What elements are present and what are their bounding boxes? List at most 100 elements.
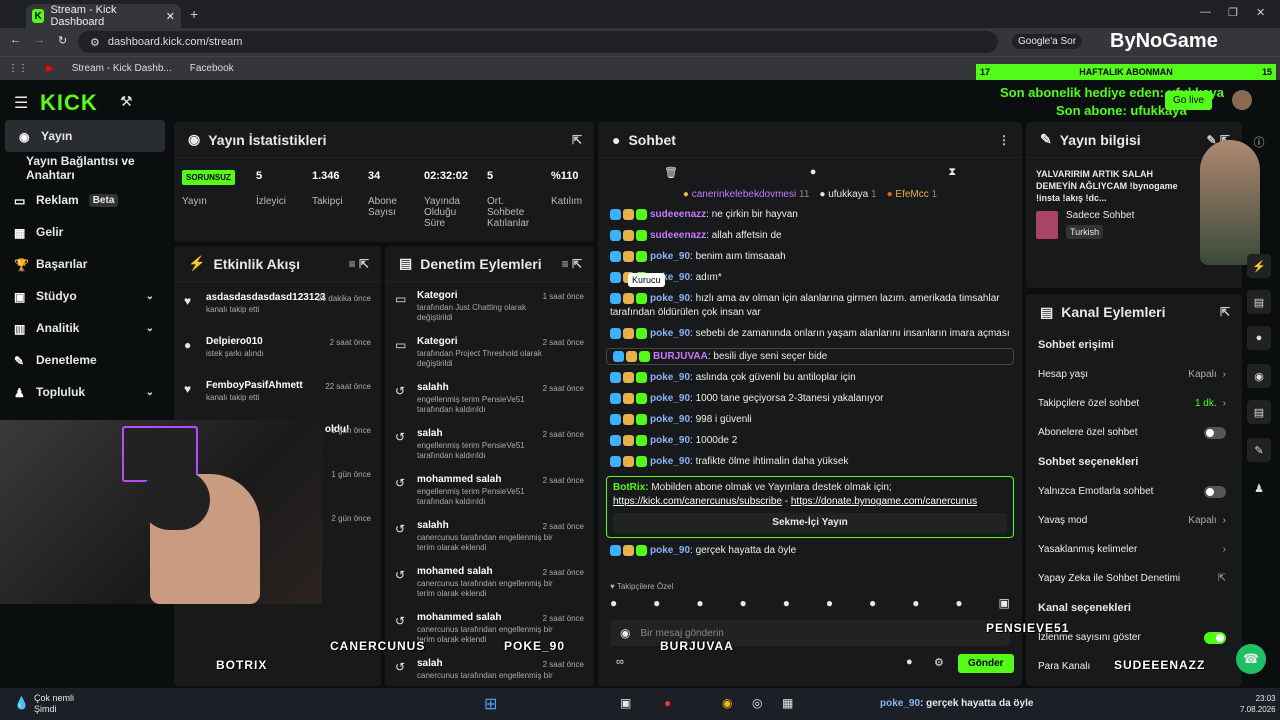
chat-icon[interactable]: ● <box>810 166 817 178</box>
infinity-icon[interactable]: ∞ <box>616 656 624 668</box>
taskbar-app-icon[interactable]: ● <box>664 696 671 710</box>
sidebar-item-yayin[interactable]: ◉ Yayın <box>5 120 165 152</box>
filter-icon[interactable]: ≡ ⇱ <box>562 257 582 271</box>
popout-icon[interactable]: ⇱ <box>1220 305 1230 319</box>
address-bar[interactable]: ⚙ dashboard.kick.com/stream <box>78 31 998 53</box>
donate-link[interactable]: https://donate.bynogame.com/canercunus <box>791 496 977 507</box>
site-info-icon[interactable]: ⚙ <box>90 36 100 49</box>
sidebar-item-basarilar[interactable]: 🏆 Başarılar <box>0 248 170 280</box>
browser-tab[interactable]: K Stream - Kick Dashboard ✕ <box>26 4 181 28</box>
chat-message[interactable]: sudeeenazz: allah affetsin de <box>598 229 1022 243</box>
kick-logo[interactable]: KICK <box>40 90 98 116</box>
reload-icon[interactable]: ↻ <box>58 34 67 47</box>
category-name[interactable]: Sadece Sohbet <box>1066 210 1134 221</box>
avatar[interactable] <box>1232 90 1252 110</box>
toggle-switch[interactable] <box>1204 426 1226 439</box>
google-ask-button[interactable]: Google'a Sor <box>1012 34 1083 49</box>
new-tab-icon[interactable]: + <box>190 6 198 22</box>
forward-icon[interactable]: → <box>34 34 45 46</box>
community-icon[interactable]: ♟ <box>1247 476 1271 500</box>
taskbar-app-icon[interactable]: ◎ <box>752 696 762 710</box>
channel-setting-row[interactable]: Takipçilere özel sohbet 1 dk. › <box>1026 389 1242 418</box>
chat-bubble-icon[interactable]: ● <box>906 656 913 668</box>
history-icon: ↺ <box>395 522 406 536</box>
filter-icon[interactable]: ≡ ⇱ <box>349 257 369 271</box>
chat-message[interactable]: poke_90: 998 i güvenli <box>598 413 1022 427</box>
chat-message[interactable]: poke_90: benim aım timsaaah <box>598 250 1022 264</box>
channel-setting-row[interactable]: Yasaklanmış kelimeler › <box>1026 535 1242 564</box>
hamburger-menu-icon[interactable]: ☰ <box>14 93 28 113</box>
info-icon[interactable]: ⓘ <box>1247 130 1271 154</box>
sidebar-item-reklam[interactable]: ▭ Reklam Beta <box>0 184 170 216</box>
channel-icon[interactable]: ▤ <box>1247 400 1271 424</box>
chat-message[interactable]: poke_90: aslında çok güvenli bu antilopl… <box>598 371 1022 385</box>
hourglass-icon[interactable]: ⧗ <box>948 166 956 179</box>
minimize-icon[interactable]: — <box>1200 6 1211 18</box>
clock[interactable]: 23:03 7.08.2026 <box>1240 693 1276 715</box>
bookmark-kick[interactable]: Stream - Kick Dashb... <box>72 63 172 74</box>
leader-item[interactable]: ● canerinkelebekdovmesi 11 <box>683 189 810 200</box>
close-tab-icon[interactable]: ✕ <box>166 10 175 23</box>
chat-message[interactable]: poke_90: 1000de 2 <box>598 434 1022 448</box>
overlay-name-sudeeenazz: SUDEEENAZZ <box>1114 658 1206 672</box>
chat-message[interactable]: poke_90: gerçek hayatta da öyle <box>598 544 1022 558</box>
sidebar-item-studyo[interactable]: ▣ Stüdyo ⌄ <box>0 280 170 312</box>
toggle-switch[interactable] <box>1204 485 1226 498</box>
taskbar-app-icon[interactable]: ▦ <box>782 696 793 710</box>
channel-setting-row[interactable]: Hesap yaşı Kapalı › <box>1026 360 1242 389</box>
channel-setting-row[interactable]: Abonelere özel sohbet <box>1026 418 1242 447</box>
stream-stats-panel: ◉ Yayın İstatistikleri ⇱ SORUNSUZ Yayın 5İ… <box>174 122 594 242</box>
chat-message[interactable]: poke_90: hızlı ama av olman için alanlar… <box>598 292 1022 320</box>
chat-message[interactable]: poke_90: sebebi de zamanında onların yaş… <box>598 327 1022 341</box>
sidebar-item-gelir[interactable]: ▦ Gelir <box>0 216 170 248</box>
status-badge: SORUNSUZ <box>182 170 235 185</box>
go-live-button[interactable]: Go live <box>1165 91 1213 110</box>
gear-icon[interactable]: ⚙ <box>934 656 944 669</box>
sidebar-item-analitik[interactable]: ▥ Analitik ⌄ <box>0 312 170 344</box>
chat-bubble-icon[interactable]: ● <box>1247 326 1271 350</box>
back-icon[interactable]: ← <box>10 34 21 46</box>
close-window-icon[interactable]: ✕ <box>1256 6 1265 19</box>
weather-widget[interactable]: Çok nemli Şimdi <box>34 693 74 715</box>
windows-taskbar: 💧 Çok nemli Şimdi ⊞ ▣ ● ◉ ◎ ▦ poke_90: ge… <box>0 688 1280 720</box>
support-icon[interactable]: ☎ <box>1236 644 1266 674</box>
stream-title: YALVARIRIM ARTIK SALAH DEMEYİN AĞLIYCAM … <box>1036 169 1178 203</box>
sidebar-item-denetleme[interactable]: ✎ Denetleme <box>0 344 170 376</box>
toggle-switch[interactable] <box>1204 631 1226 644</box>
mod-actions-panel: ▤ Denetim Eylemleri ≡ ⇱ ▭ Kategori tarafında… <box>385 246 594 686</box>
leader-item[interactable]: ● EfeMcc 1 <box>887 189 938 200</box>
windows-start-icon[interactable]: ⊞ <box>484 694 497 714</box>
highlighted-chat-message[interactable]: BURJUVAA: besili diye seni seçer bide <box>606 348 1014 366</box>
chevron-right-icon: › <box>1222 369 1226 380</box>
taskbar-app-icon[interactable]: ▣ <box>620 696 631 710</box>
subscribe-link[interactable]: https://kick.com/canercunus/subscribe <box>613 496 782 507</box>
send-button[interactable]: Gönder <box>958 654 1014 673</box>
channel-setting-row[interactable]: Yalnızca Emotlarla sohbet <box>1026 477 1242 506</box>
more-options-icon[interactable]: ⋮ <box>998 133 1010 147</box>
trash-icon[interactable]: 🗑 <box>664 166 678 179</box>
sidebar-item-topluluk[interactable]: ♟ Topluluk ⌄ <box>0 376 170 408</box>
maximize-icon[interactable]: ❐ <box>1228 6 1238 19</box>
youtube-bookmark-icon[interactable]: ▶ <box>46 63 54 74</box>
feed-item: ♥ asdasdasdasdasd123123 kanalı takip etti 2… <box>184 292 371 314</box>
sub-goal-right: 15 <box>1261 67 1272 77</box>
popout-icon[interactable]: ⇱ <box>572 133 582 147</box>
broadcast-icon[interactable]: ◉ <box>1247 364 1271 388</box>
wrench-icon[interactable]: ✎ <box>1247 438 1271 462</box>
overlay-person-image <box>1200 140 1260 265</box>
sidebar-item-stream-key[interactable]: Yayın Bağlantısı ve Anahtarı <box>0 152 170 184</box>
chat-message[interactable]: poke_90: trafikte ölme ihtimalin daha yü… <box>598 455 1022 469</box>
bolt-icon[interactable]: ⚡ <box>1247 254 1271 278</box>
bookmark-facebook[interactable]: Facebook <box>190 63 234 74</box>
apps-icon[interactable]: ⋮⋮ <box>8 63 28 74</box>
chat-message[interactable]: sudeeenazz: ne çirkin bir hayvan <box>598 208 1022 222</box>
channel-setting-row[interactable]: Yavaş mod Kapalı › <box>1026 506 1242 535</box>
tools-icon[interactable]: ⚒ <box>120 93 133 110</box>
emote-picker-icon[interactable]: ◉ <box>620 626 630 640</box>
clipboard-icon[interactable]: ▤ <box>1247 290 1271 314</box>
channel-setting-row[interactable]: Yapay Zeka ile Sohbet Denetimi ⇱ <box>1026 564 1242 593</box>
chrome-icon[interactable]: ◉ <box>722 696 732 710</box>
chat-message[interactable]: poke_90: 1000 tane geçiyorsa 2-3tanesi y… <box>598 392 1022 406</box>
in-tab-stream-button[interactable]: Sekme-İçi Yayın <box>613 513 1007 534</box>
leader-item[interactable]: ● ufukkaya 1 <box>819 189 876 200</box>
